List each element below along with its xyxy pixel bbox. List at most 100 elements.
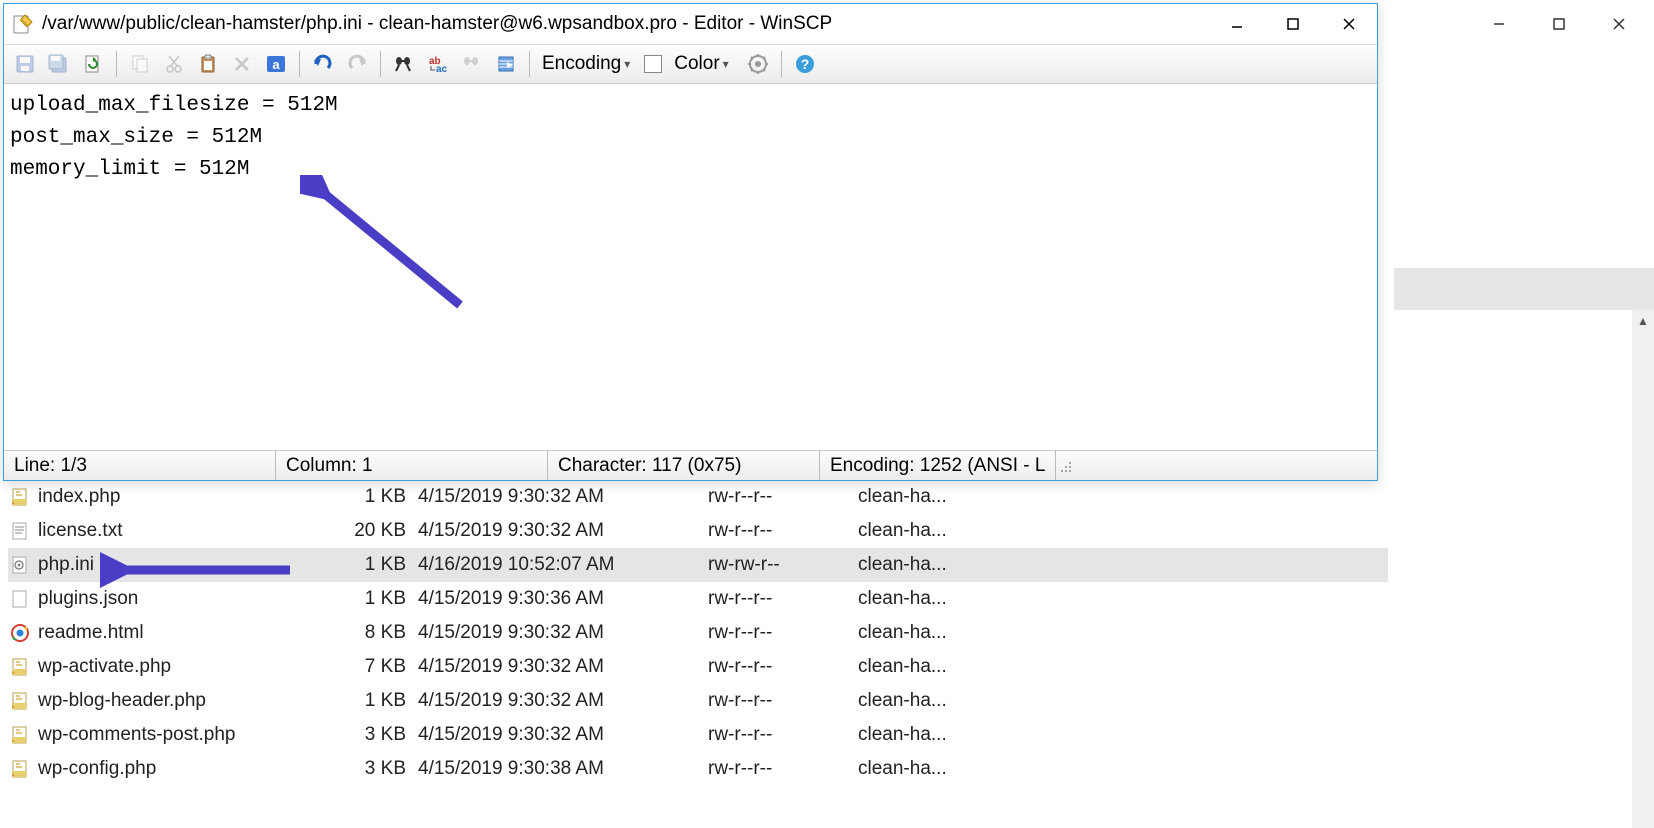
table-row[interactable]: wp-blog-header.php1 KB4/15/2019 9:30:32 …	[8, 684, 1388, 718]
parent-titlebar	[1469, 0, 1654, 48]
file-icon	[8, 757, 32, 781]
editor-title: /var/www/public/clean-hamster/php.ini - …	[42, 13, 1209, 35]
settings-button[interactable]	[743, 49, 773, 79]
file-icon	[8, 519, 32, 543]
chevron-down-icon: ▾	[624, 57, 630, 71]
file-date: 4/15/2019 9:30:32 AM	[418, 724, 708, 746]
file-permissions: rw-r--r--	[708, 588, 858, 610]
toolbar-separator	[529, 51, 530, 77]
toolbar-separator	[116, 51, 117, 77]
file-owner: clean-ha...	[858, 690, 1008, 712]
copy-button[interactable]	[125, 49, 155, 79]
file-owner: clean-ha...	[858, 520, 1008, 542]
editor-window: /var/www/public/clean-hamster/php.ini - …	[3, 3, 1378, 481]
svg-text:a: a	[272, 57, 280, 72]
select-all-button[interactable]: a	[261, 49, 291, 79]
file-permissions: rw-r--r--	[708, 656, 858, 678]
color-label: Color	[674, 53, 719, 75]
color-checkbox[interactable]	[644, 55, 662, 73]
color-dropdown[interactable]: Color ▾	[670, 53, 738, 75]
table-row[interactable]: php.ini1 KB4/16/2019 10:52:07 AMrw-rw-r-…	[8, 548, 1388, 582]
table-row[interactable]: wp-comments-post.php3 KB4/15/2019 9:30:3…	[8, 718, 1388, 752]
file-name: license.txt	[38, 520, 298, 542]
table-row[interactable]: index.php1 KB4/15/2019 9:30:32 AMrw-r--r…	[8, 480, 1388, 514]
file-owner: clean-ha...	[858, 486, 1008, 508]
help-button[interactable]: ?	[790, 49, 820, 79]
file-permissions: rw-rw-r--	[708, 554, 858, 576]
editor-close-button[interactable]	[1321, 4, 1377, 44]
goto-button[interactable]	[491, 49, 521, 79]
status-line: Line: 1/3	[4, 451, 276, 480]
save-all-button[interactable]	[44, 49, 74, 79]
file-date: 4/15/2019 9:30:32 AM	[418, 690, 708, 712]
file-date: 4/15/2019 9:30:32 AM	[418, 486, 708, 508]
file-name: wp-config.php	[38, 758, 298, 780]
file-icon	[8, 655, 32, 679]
editor-minimize-button[interactable]	[1209, 4, 1265, 44]
parent-minimize-button[interactable]	[1469, 4, 1529, 44]
file-size: 1 KB	[298, 554, 418, 576]
table-row[interactable]: readme.html8 KB4/15/2019 9:30:32 AMrw-r-…	[8, 616, 1388, 650]
chevron-down-icon: ▾	[723, 57, 729, 71]
file-name: wp-activate.php	[38, 656, 298, 678]
encoding-dropdown[interactable]: Encoding▾	[538, 53, 640, 75]
file-name: plugins.json	[38, 588, 298, 610]
file-size: 1 KB	[298, 690, 418, 712]
file-permissions: rw-r--r--	[708, 690, 858, 712]
paste-button[interactable]	[193, 49, 223, 79]
find-button[interactable]	[389, 49, 419, 79]
file-size: 7 KB	[298, 656, 418, 678]
file-owner: clean-ha...	[858, 758, 1008, 780]
file-owner: clean-ha...	[858, 554, 1008, 576]
toolbar-separator	[781, 51, 782, 77]
file-name: wp-blog-header.php	[38, 690, 298, 712]
file-name: php.ini	[38, 554, 298, 576]
file-date: 4/15/2019 9:30:32 AM	[418, 520, 708, 542]
reload-button[interactable]	[78, 49, 108, 79]
toolbar-separator	[380, 51, 381, 77]
editor-statusbar: Line: 1/3 Column: 1 Character: 117 (0x75…	[4, 450, 1377, 480]
undo-button[interactable]	[308, 49, 338, 79]
save-button[interactable]	[10, 49, 40, 79]
file-size: 3 KB	[298, 724, 418, 746]
editor-maximize-button[interactable]	[1265, 4, 1321, 44]
file-size: 3 KB	[298, 758, 418, 780]
table-row[interactable]: wp-config.php3 KB4/15/2019 9:30:38 AMrw-…	[8, 752, 1388, 786]
file-icon	[8, 553, 32, 577]
file-permissions: rw-r--r--	[708, 758, 858, 780]
file-permissions: rw-r--r--	[708, 520, 858, 542]
scroll-up-icon[interactable]: ▲	[1632, 310, 1654, 332]
delete-button[interactable]	[227, 49, 257, 79]
parent-scrollbar[interactable]: ▲	[1632, 310, 1654, 828]
file-size: 1 KB	[298, 588, 418, 610]
cut-button[interactable]	[159, 49, 189, 79]
find-next-button[interactable]	[457, 49, 487, 79]
file-list[interactable]: index.php1 KB4/15/2019 9:30:32 AMrw-r--r…	[8, 480, 1388, 786]
parent-maximize-button[interactable]	[1529, 4, 1589, 44]
status-encoding: Encoding: 1252 (ANSI - L	[820, 451, 1056, 480]
resize-grip-icon[interactable]	[1056, 457, 1074, 475]
table-row[interactable]: wp-activate.php7 KB4/15/2019 9:30:32 AMr…	[8, 650, 1388, 684]
file-name: wp-comments-post.php	[38, 724, 298, 746]
svg-text:ac: ac	[436, 64, 448, 74]
parent-close-button[interactable]	[1589, 4, 1649, 44]
table-row[interactable]: license.txt20 KB4/15/2019 9:30:32 AMrw-r…	[8, 514, 1388, 548]
table-row[interactable]: plugins.json1 KB4/15/2019 9:30:36 AMrw-r…	[8, 582, 1388, 616]
replace-button[interactable]: abac	[423, 49, 453, 79]
file-icon	[8, 621, 32, 645]
redo-button[interactable]	[342, 49, 372, 79]
file-date: 4/15/2019 9:30:36 AM	[418, 588, 708, 610]
file-size: 8 KB	[298, 622, 418, 644]
editor-text-area[interactable]: upload_max_filesize = 512M post_max_size…	[4, 84, 1377, 450]
file-permissions: rw-r--r--	[708, 724, 858, 746]
file-name: index.php	[38, 486, 298, 508]
parent-header-strip	[1394, 268, 1654, 310]
toolbar-separator	[299, 51, 300, 77]
file-icon	[8, 723, 32, 747]
editor-titlebar[interactable]: /var/www/public/clean-hamster/php.ini - …	[4, 4, 1377, 44]
editor-app-icon	[12, 13, 34, 35]
file-owner: clean-ha...	[858, 588, 1008, 610]
file-owner: clean-ha...	[858, 724, 1008, 746]
file-permissions: rw-r--r--	[708, 622, 858, 644]
svg-text:?: ?	[800, 56, 809, 72]
